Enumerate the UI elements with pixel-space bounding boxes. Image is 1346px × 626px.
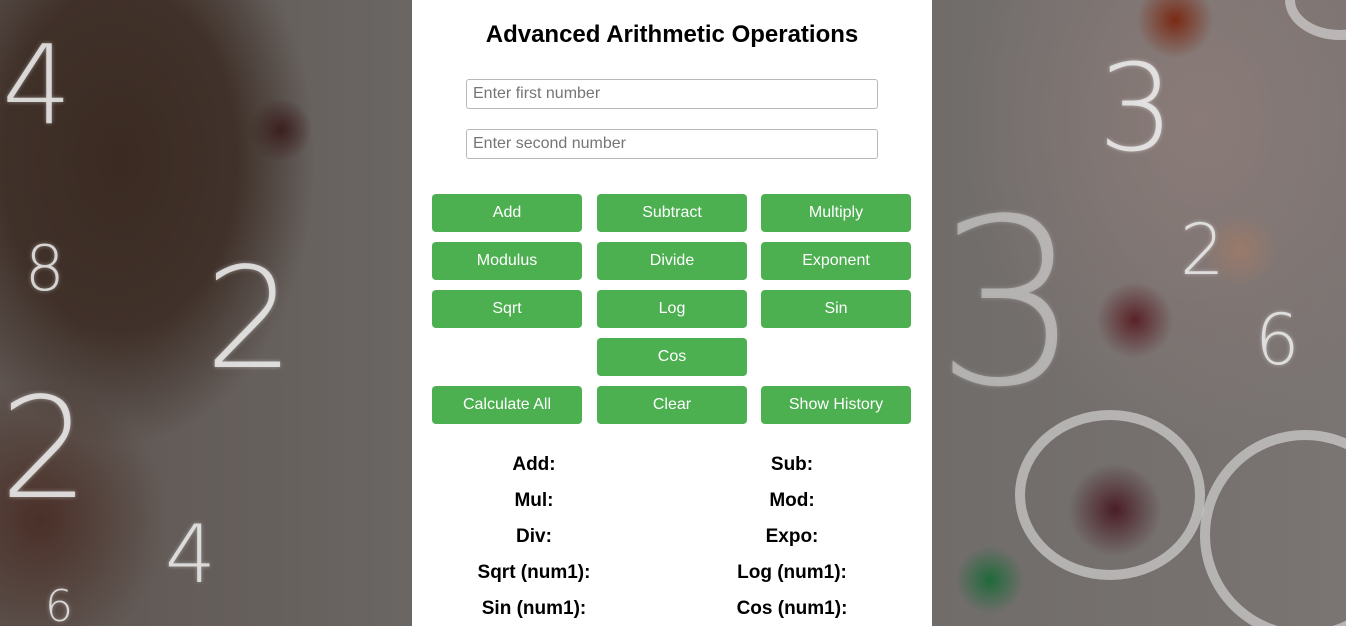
result-div: Div: xyxy=(516,526,552,547)
background-chalk-digit: 3 xyxy=(1098,40,1175,179)
background-chalk-ring xyxy=(1285,0,1346,40)
add-button[interactable]: Add xyxy=(432,194,582,232)
background-chalk-digit: 3 xyxy=(935,171,1082,438)
background-chalk-digit: 4 xyxy=(165,508,216,601)
modulus-button[interactable]: Modulus xyxy=(432,242,582,280)
page-title: Advanced Arithmetic Operations xyxy=(485,21,859,48)
result-sub: Sub: xyxy=(770,454,814,475)
sqrt-button[interactable]: Sqrt xyxy=(432,290,582,328)
background-chalk-digit: 2 xyxy=(0,368,90,531)
result-mod: Mod: xyxy=(769,490,815,511)
log-button[interactable]: Log xyxy=(597,290,747,328)
calculate-all-button[interactable]: Calculate All xyxy=(432,386,582,424)
clear-button[interactable]: Clear xyxy=(597,386,747,424)
exponent-button[interactable]: Exponent xyxy=(761,242,911,280)
calculator-panel: Advanced Arithmetic Operations Add Subtr… xyxy=(412,0,932,626)
result-sin: Sin (num1): xyxy=(481,598,587,619)
sin-button[interactable]: Sin xyxy=(761,290,911,328)
cos-button[interactable]: Cos xyxy=(597,338,747,376)
background-chalk-ring xyxy=(1015,410,1205,580)
background-chalk-digit: 6 xyxy=(1255,299,1300,381)
result-add: Add: xyxy=(512,454,556,475)
result-cos: Cos (num1): xyxy=(736,598,848,619)
divide-button[interactable]: Divide xyxy=(597,242,747,280)
background-chalk-digit: 4 xyxy=(2,21,72,149)
background-chalk-digit: 8 xyxy=(25,232,65,305)
result-sqrt: Sqrt (num1): xyxy=(477,562,591,583)
first-number-input[interactable] xyxy=(466,79,878,109)
background-chalk-digit: 2 xyxy=(205,238,295,401)
result-mul: Mul: xyxy=(514,490,554,511)
subtract-button[interactable]: Subtract xyxy=(597,194,747,232)
result-log: Log (num1): xyxy=(737,562,847,583)
background-chalk-digit: 2 xyxy=(1180,209,1225,291)
result-expo: Expo: xyxy=(765,526,819,547)
second-number-input[interactable] xyxy=(466,129,878,159)
multiply-button[interactable]: Multiply xyxy=(761,194,911,232)
show-history-button[interactable]: Show History xyxy=(761,386,911,424)
background-chalk-ring xyxy=(1200,430,1346,626)
background-chalk-digit: 6 xyxy=(45,581,73,626)
